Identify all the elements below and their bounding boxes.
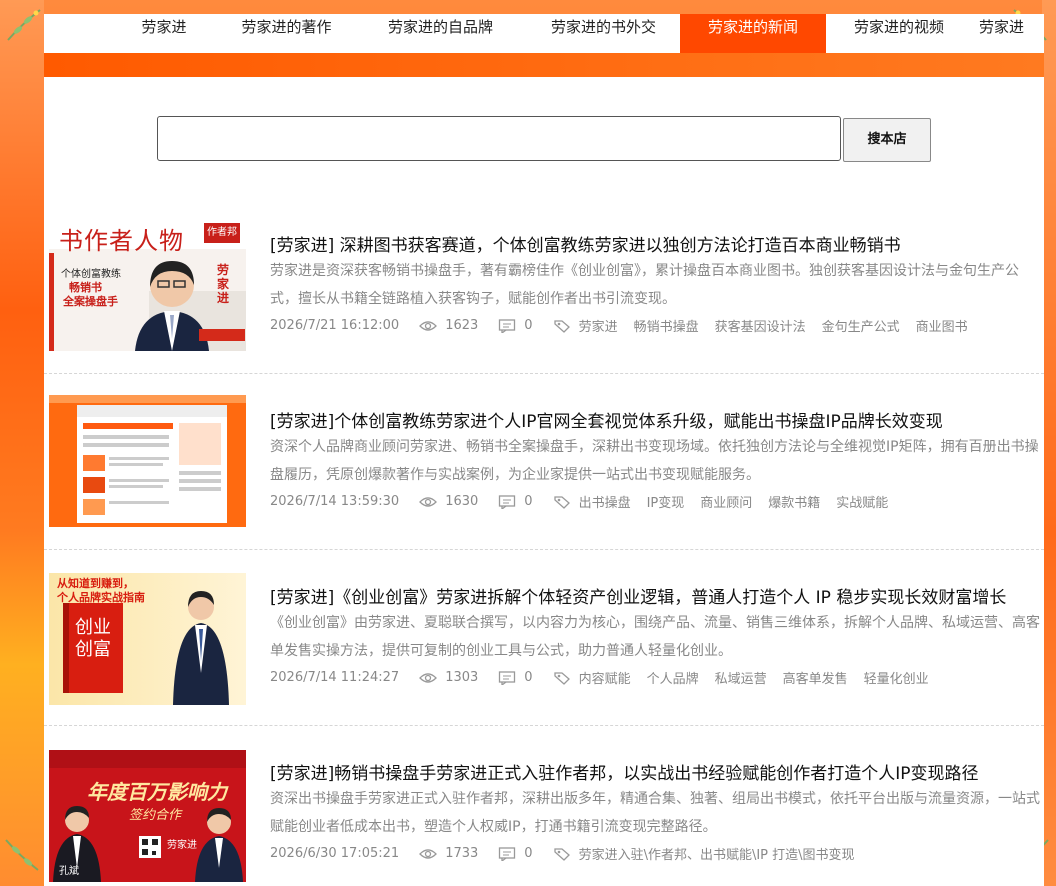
article-thumbnail[interactable]: 书作者人物 作者邦 个体创富教练 畅销书 全案操盘手 劳家进: [49, 219, 246, 351]
article-tag[interactable]: 实战赋能: [836, 492, 888, 511]
article-comments: 0: [524, 494, 533, 509]
article-meta: 2026/7/14 13:59:30 1630 0 出书操盘 IP变现 商业顾问…: [270, 492, 904, 511]
article-item: 年度百万影响力 签约合作 孔斌 劳家进 [劳家进]畅销书操盘手劳家进正式入驻作者…: [44, 726, 1044, 886]
article-thumbnail[interactable]: [49, 395, 246, 527]
article-views: 1623: [445, 318, 479, 333]
article-summary: 《创业创富》由劳家进、夏聪联合撰写，以内容力为核心，围绕产品、流量、销售三维体系…: [270, 615, 1040, 659]
thumb-heading: 书作者人物: [59, 227, 184, 255]
article-comments: 0: [524, 846, 533, 861]
eye-icon: [419, 496, 438, 507]
article-comments: 0: [524, 318, 533, 333]
article-item: 书作者人物 作者邦 个体创富教练 畅销书 全案操盘手 劳家进 [劳家进] 深耕图…: [44, 198, 1044, 374]
article-title[interactable]: [劳家进]畅销书操盘手劳家进正式入驻作者邦，以实战出书经验赋能创作者打造个人IP…: [270, 759, 979, 784]
article-tag[interactable]: IP变现: [647, 492, 685, 511]
article-tag[interactable]: 私域运营: [715, 668, 767, 687]
nav-item-more[interactable]: 劳家进: [979, 14, 1044, 53]
comment-icon: [499, 670, 516, 685]
article-tag[interactable]: 金句生产公式: [822, 316, 900, 335]
article-date: 2026/7/21 16:12:00: [270, 318, 400, 333]
article-date: 2026/7/14 11:24:27: [270, 670, 400, 685]
article-summary: 资深出书操盘手劳家进正式入驻作者邦，深耕出版多年，精通合集、独著、组局出书模式，…: [270, 791, 1040, 835]
article-views: 1630: [445, 494, 479, 509]
article-item: [劳家进]个体创富教练劳家进个人IP官网全套视觉体系升级，赋能出书操盘IP品牌长…: [44, 374, 1044, 550]
comment-icon: [499, 318, 516, 333]
eye-icon: [419, 848, 438, 859]
corner-sprig-icon: [7, 9, 41, 41]
corner-sprig-icon: [5, 839, 39, 871]
thumb-banner: 年度百万影响力: [87, 780, 227, 804]
article-views: 1733: [445, 846, 479, 861]
thumb-left-name: 孔斌: [59, 866, 79, 877]
eye-icon: [419, 672, 438, 683]
article-tag[interactable]: 畅销书操盘: [634, 316, 699, 335]
article-tag[interactable]: 内容赋能: [579, 668, 631, 687]
nav-item-works[interactable]: 劳家进的著作: [224, 14, 349, 53]
right-decorative-frame: [1042, 0, 1056, 886]
article-tag[interactable]: 轻量化创业: [864, 668, 929, 687]
top-navigation: 劳家进 劳家进的著作 劳家进的自品牌 劳家进的书外交 劳家进的新闻 劳家进的视频…: [44, 14, 1044, 53]
article-tag[interactable]: 商业顾问: [700, 492, 752, 511]
article-tag[interactable]: 获客基因设计法: [715, 316, 806, 335]
article-views: 1303: [445, 670, 479, 685]
article-thumbnail[interactable]: 从知道到赚到， 个人品牌实战指南 创业 创富: [49, 573, 246, 705]
search-input[interactable]: [157, 116, 841, 161]
nav-item-brand[interactable]: 劳家进的自品牌: [368, 14, 513, 53]
nav-item-home[interactable]: 劳家进: [110, 14, 218, 53]
tag-icon: [553, 495, 570, 509]
article-title[interactable]: [劳家进] 深耕图书获客赛道，个体创富教练劳家进以独创方法论打造百本商业畅销书: [270, 231, 901, 256]
left-decorative-frame: [0, 0, 44, 886]
article-tag[interactable]: 出书操盘: [579, 492, 631, 511]
article-meta: 2026/7/14 11:24:27 1303 0 内容赋能 个人品牌 私域运营…: [270, 668, 945, 687]
article-summary: 资深个人品牌商业顾问劳家进、畅销书全案操盘手，深耕出书变现场域。依托独创方法论与…: [270, 439, 1039, 483]
article-comments: 0: [524, 670, 533, 685]
thumb-line1: 个体创富教练: [61, 269, 121, 280]
article-tag[interactable]: 劳家进入驻\作者邦、出书赋能\IP 打造\图书变现: [579, 844, 855, 863]
thumb-name: 劳家进: [217, 263, 230, 305]
thumb-badge: 作者邦: [204, 223, 240, 243]
thumb-line2: 个人品牌实战指南: [57, 591, 145, 604]
main-content: 搜本店 书作者人物 作者邦 个体创富教练 畅销书 全案操盘手 劳家进 [劳家进]…: [44, 77, 1044, 886]
nav-item-book-diplomacy[interactable]: 劳家进的书外交: [531, 14, 676, 53]
thumb-sub: 签约合作: [129, 808, 182, 823]
tag-icon: [553, 671, 570, 685]
thumb-right-name: 劳家进: [167, 840, 197, 851]
article-meta: 2026/7/21 16:12:00 1623 0 劳家进 畅销书操盘 获客基因…: [270, 316, 984, 335]
article-tag[interactable]: 商业图书: [916, 316, 968, 335]
thumb-book-line2: 创富: [75, 639, 111, 660]
nav-accent-band: [44, 53, 1044, 77]
article-title[interactable]: [劳家进]个体创富教练劳家进个人IP官网全套视觉体系升级，赋能出书操盘IP品牌长…: [270, 407, 943, 432]
comment-icon: [499, 494, 516, 509]
article-summary: 劳家进是资深获客畅销书操盘手，著有霸榜佳作《创业创富》，累计操盘百本商业图书。独…: [270, 263, 1019, 307]
nav-item-videos[interactable]: 劳家进的视频: [839, 14, 959, 53]
article-date: 2026/7/14 13:59:30: [270, 494, 400, 509]
comment-icon: [499, 846, 516, 861]
eye-icon: [419, 320, 438, 331]
nav-item-news[interactable]: 劳家进的新闻: [680, 14, 826, 53]
tag-icon: [553, 319, 570, 333]
article-item: 从知道到赚到， 个人品牌实战指南 创业 创富 [劳家进]《创业创富》劳家进拆解个…: [44, 550, 1044, 726]
article-meta: 2026/6/30 17:05:21 1733 0 劳家进入驻\作者邦、出书赋能…: [270, 844, 871, 863]
article-thumbnail[interactable]: 年度百万影响力 签约合作 孔斌 劳家进: [49, 750, 246, 882]
thumb-line3: 全案操盘手: [63, 295, 118, 308]
article-tag[interactable]: 高客单发售: [783, 668, 848, 687]
tag-icon: [553, 847, 570, 861]
article-tag[interactable]: 个人品牌: [647, 668, 699, 687]
article-tag[interactable]: 劳家进: [579, 316, 618, 335]
article-tag[interactable]: 爆款书籍: [768, 492, 820, 511]
article-title[interactable]: [劳家进]《创业创富》劳家进拆解个体轻资产创业逻辑，普通人打造个人 IP 稳步实…: [270, 583, 1006, 608]
article-date: 2026/6/30 17:05:21: [270, 846, 400, 861]
search-button[interactable]: 搜本店: [843, 118, 931, 162]
